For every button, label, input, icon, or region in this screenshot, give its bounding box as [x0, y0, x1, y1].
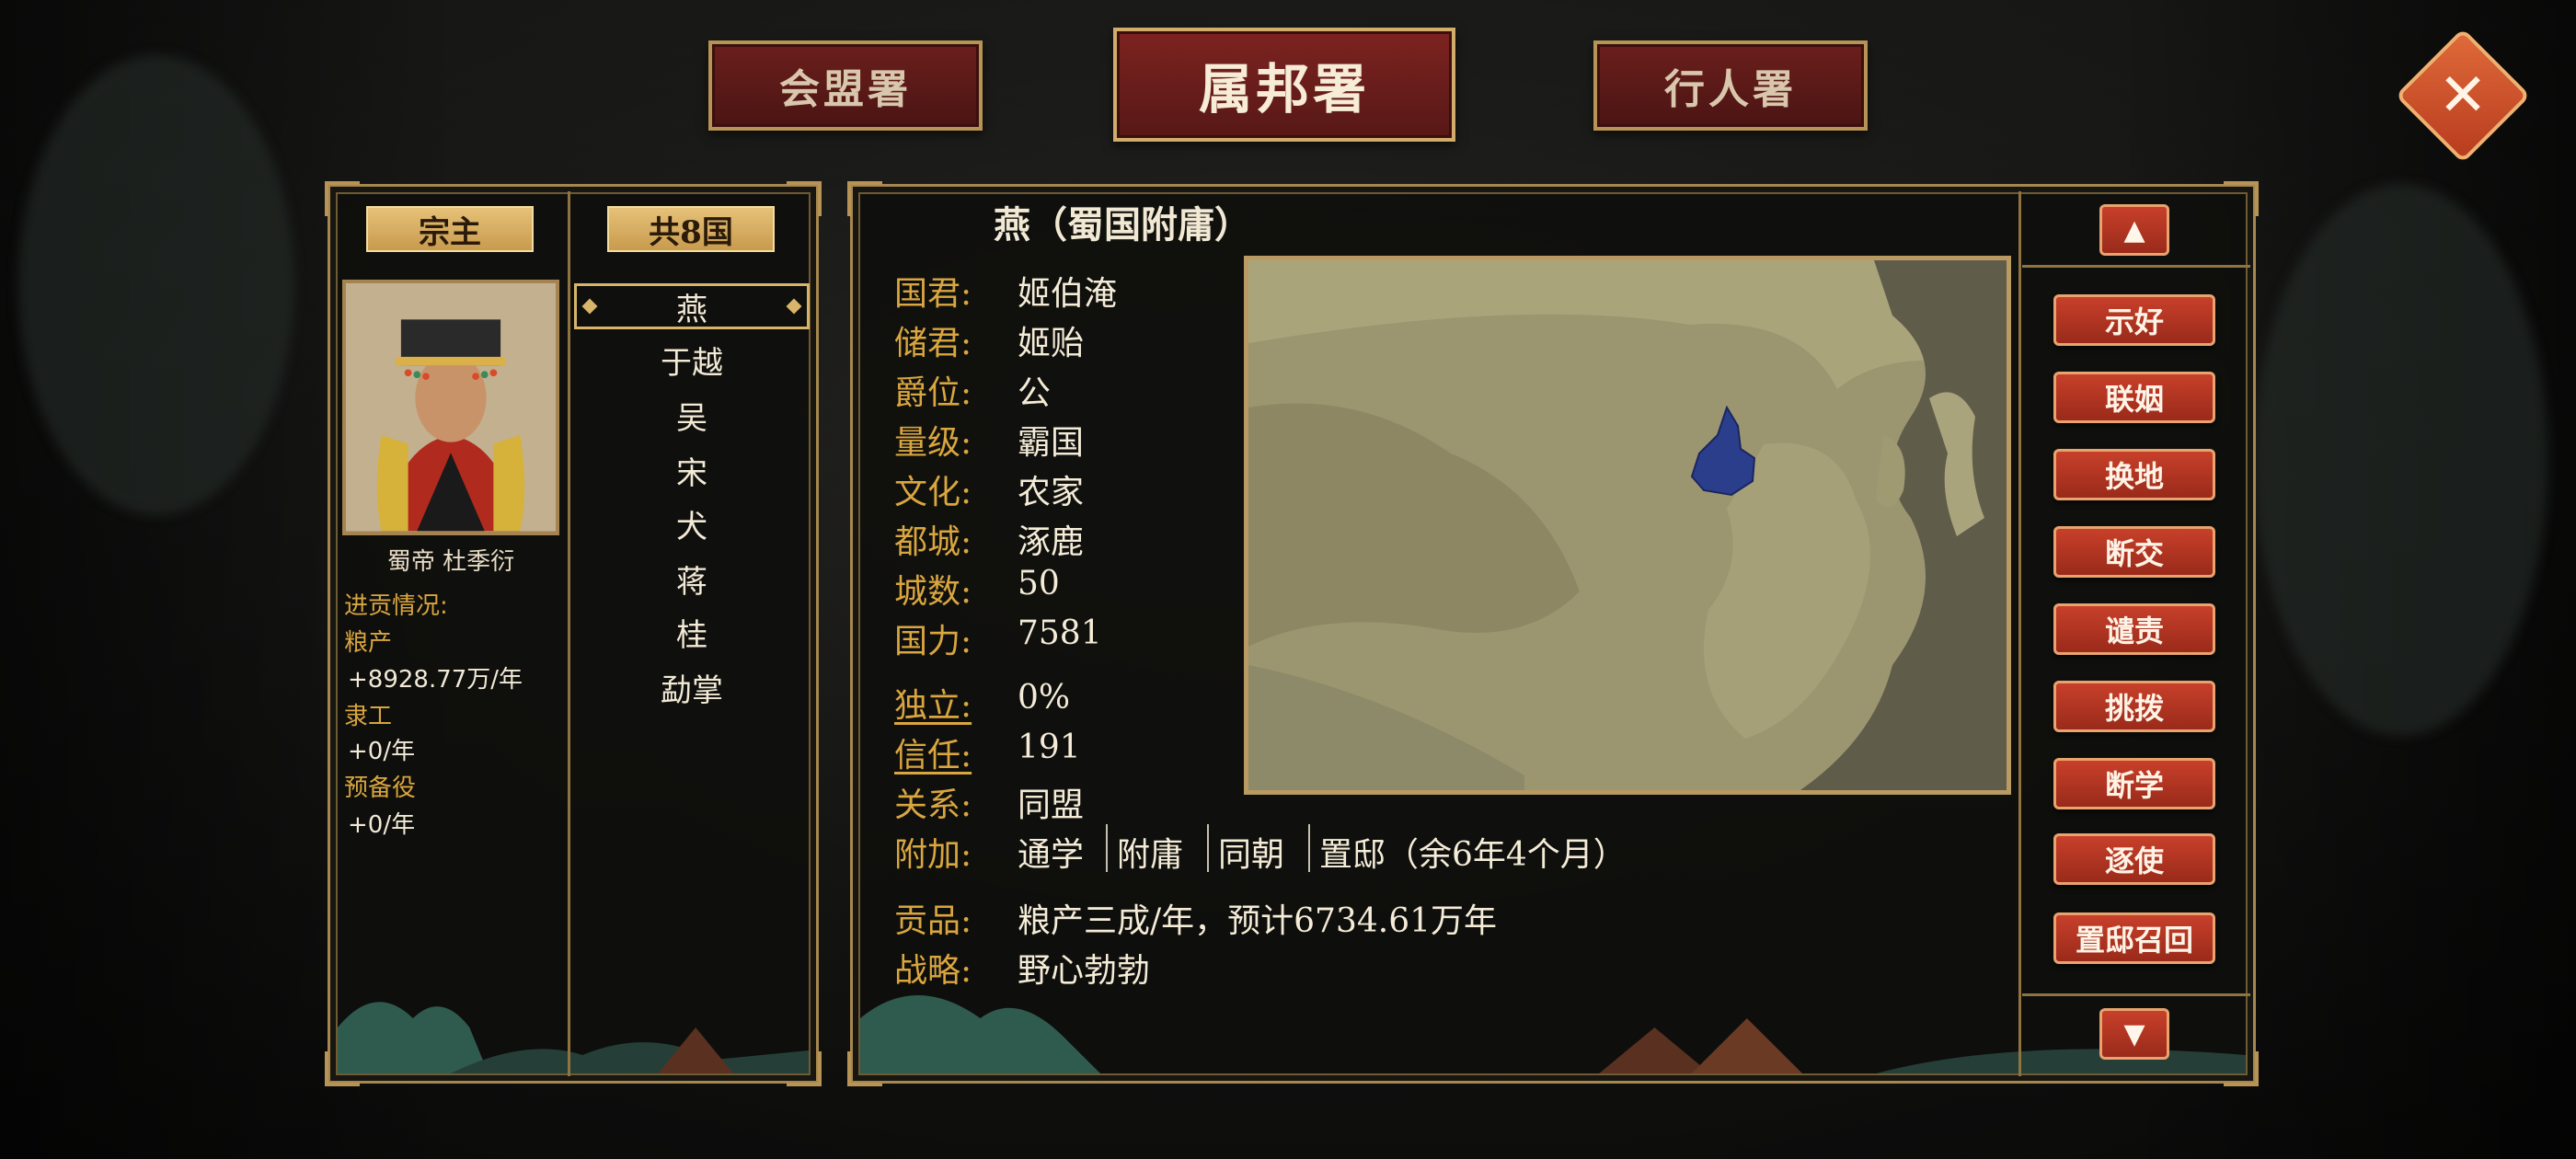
tab-label: 行人署: [1664, 66, 1797, 113]
labor-label: 隶工: [344, 703, 393, 730]
rank-value: 公: [1018, 374, 1052, 412]
action-goodwill-button[interactable]: 示好: [2053, 294, 2215, 346]
tribute-label: 贡品:: [894, 902, 972, 940]
nation-item[interactable]: 勐掌: [574, 664, 810, 710]
culture-value: 农家: [1018, 474, 1085, 511]
separator: [1106, 824, 1108, 872]
tab-label: 会盟署: [779, 66, 912, 113]
heir-label: 储君:: [894, 325, 972, 362]
panel-divider: [2022, 993, 2250, 996]
panel-divider: [568, 191, 570, 1076]
grain-value: +8928.77万/年: [348, 666, 523, 694]
relation-label: 关系:: [894, 786, 972, 824]
nation-label: 燕: [676, 291, 707, 328]
ruler-label: 国君:: [894, 275, 972, 313]
extra-item: 同朝: [1218, 836, 1285, 874]
extra-item: 通学: [1018, 836, 1085, 874]
strategy-value: 野心勃勃: [1018, 952, 1151, 990]
trust-label[interactable]: 信任:: [894, 729, 1005, 776]
separator: [1207, 824, 1209, 872]
independence-value: 0%: [1018, 679, 1071, 717]
action-break-relations-button[interactable]: 断交: [2053, 526, 2215, 578]
vassal-title: 燕（蜀国附庸）: [994, 203, 1251, 247]
reserve-label: 预备役: [344, 775, 417, 802]
nation-item[interactable]: 犬: [574, 500, 810, 546]
close-x-icon[interactable]: ✕: [2415, 48, 2511, 143]
action-exchange-land-button[interactable]: 换地: [2053, 449, 2215, 500]
diamond-icon: [581, 298, 598, 315]
culture-label: 文化:: [894, 474, 972, 511]
independence-label[interactable]: 独立:: [894, 679, 1005, 727]
scroll-up-button[interactable]: ▲: [2099, 204, 2169, 256]
extra-item: 附庸: [1117, 836, 1184, 874]
background-tree: [2254, 184, 2548, 736]
power-value: 7581: [1018, 614, 1102, 652]
background-tree: [18, 55, 294, 515]
tier-label: 量级:: [894, 424, 972, 462]
labor-value: +0/年: [348, 738, 416, 765]
diamond-icon: [786, 298, 802, 315]
action-marriage-button[interactable]: 联姻: [2053, 372, 2215, 423]
power-label: 国力:: [894, 623, 972, 660]
grain-label: 粮产: [344, 629, 393, 657]
nation-item[interactable]: 宋: [574, 447, 810, 493]
tier-value: 霸国: [1018, 424, 1085, 462]
nation-item[interactable]: 吴: [574, 392, 810, 438]
mountain-decoration: [338, 963, 809, 1073]
panel-divider: [2018, 191, 2021, 1076]
panel-divider: [2022, 265, 2250, 268]
action-condemn-button[interactable]: 谴责: [2053, 603, 2215, 655]
strategy-label: 战略:: [894, 952, 972, 990]
extra-label: 附加:: [894, 836, 972, 874]
capital-label: 都城:: [894, 523, 972, 561]
suzerain-label: 宗主: [366, 206, 534, 252]
arrow-up-icon: ▲: [2123, 213, 2145, 247]
action-expel-envoy-button[interactable]: 逐使: [2053, 833, 2215, 885]
tribute-value: 粮产三成/年，预计6734.61万年: [1018, 902, 1497, 940]
separator: [1308, 824, 1310, 872]
tab-vassal-office[interactable]: 属邦署: [1113, 28, 1455, 142]
territory-map[interactable]: [1244, 256, 2011, 795]
ruler-value: 姬伯淹: [1018, 275, 1118, 313]
nation-item[interactable]: 蒋: [574, 556, 810, 602]
nation-item[interactable]: 于越: [574, 337, 810, 383]
arrow-down-icon: ▼: [2123, 1017, 2145, 1050]
rank-label: 爵位:: [894, 374, 972, 412]
nation-count-label: 共8国: [607, 206, 775, 252]
tribute-title: 进贡情况:: [344, 592, 448, 620]
scroll-down-button[interactable]: ▼: [2099, 1008, 2169, 1060]
tab-alliance-office[interactable]: 会盟署: [708, 40, 983, 131]
cities-value: 50: [1018, 565, 1060, 602]
lord-portrait[interactable]: [342, 280, 559, 535]
nation-item[interactable]: 燕: [574, 283, 810, 329]
nation-item[interactable]: 桂: [574, 609, 810, 655]
action-recall-residence-button[interactable]: 置邸召回: [2053, 912, 2215, 964]
lord-name: 蜀帝 杜季衍: [386, 548, 515, 576]
heir-value: 姬贻: [1018, 325, 1085, 362]
cities-label: 城数:: [894, 573, 972, 611]
trust-value: 191: [1018, 729, 1081, 766]
extra-item: 置邸（余6年4个月）: [1319, 836, 1627, 874]
action-cut-study-button[interactable]: 断学: [2053, 758, 2215, 809]
tab-envoy-office[interactable]: 行人署: [1593, 40, 1868, 131]
action-provoke-button[interactable]: 挑拨: [2053, 681, 2215, 732]
reserve-value: +0/年: [348, 811, 416, 839]
capital-value: 涿鹿: [1018, 523, 1085, 561]
relation-value: 同盟: [1018, 786, 1085, 824]
tab-label: 属邦署: [1198, 58, 1370, 120]
